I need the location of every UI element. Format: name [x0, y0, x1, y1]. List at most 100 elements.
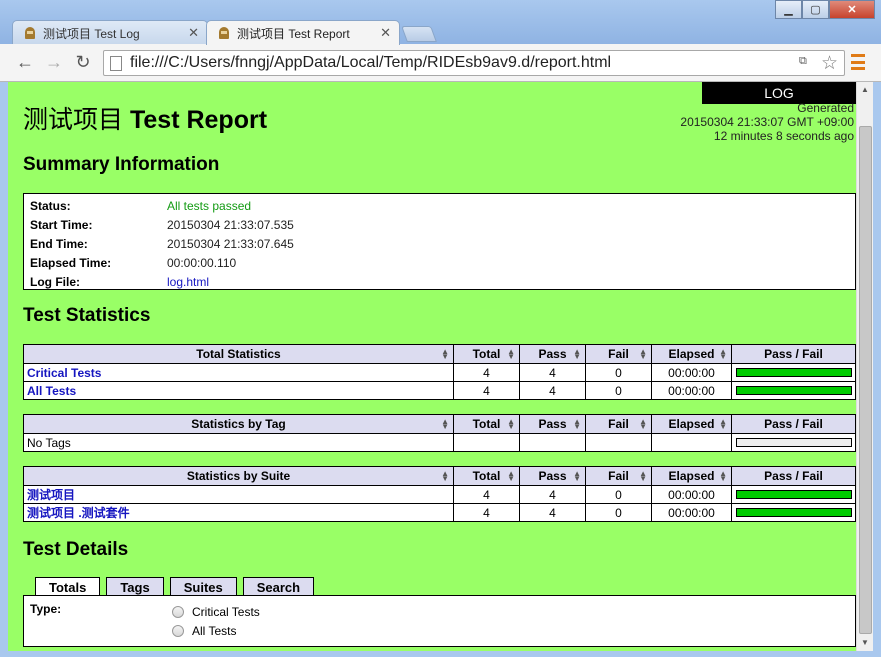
stat-total: 4 [453, 363, 520, 382]
minimize-icon[interactable]: ▁ [775, 0, 802, 19]
translate-icon[interactable]: ⧉ [799, 55, 815, 71]
summary-label: Log File: [30, 274, 80, 289]
stat-total [453, 433, 520, 452]
radio-circle[interactable] [172, 625, 184, 637]
column-header-fail[interactable]: Fail ▲ ▼ [585, 466, 652, 486]
column-header-passfail: Pass / Fail [731, 414, 856, 434]
stat-total: 4 [453, 503, 520, 522]
browser-toolbar: ← → ↻ file:///C:/Users/fnngj/AppData/Loc… [0, 44, 881, 82]
summary-row-status: Status: All tests passed [30, 196, 849, 215]
column-header-elapsed[interactable]: Elapsed ▲ ▼ [651, 344, 732, 364]
column-header-name[interactable]: Total Statistics ▲ ▼ [23, 344, 454, 364]
maximize-icon[interactable]: ▢ [802, 0, 829, 19]
column-header-passfail: Pass / Fail [731, 466, 856, 486]
stat-total: 4 [453, 485, 520, 504]
table-row: All Tests 4 4 0 00:00:00 [23, 381, 856, 400]
column-header-total[interactable]: Total ▲ ▼ [453, 414, 520, 434]
column-header-pass[interactable]: Pass ▲ ▼ [519, 414, 586, 434]
stat-elapsed: 00:00:00 [651, 503, 732, 522]
elapsed-time-value: 00:00:00.110 [167, 255, 237, 270]
bookmark-star-icon[interactable]: ☆ [821, 52, 838, 75]
stat-elapsed: 00:00:00 [651, 381, 732, 400]
stat-pass: 4 [519, 363, 586, 382]
pass-fail-bar [735, 386, 852, 395]
radio-critical-tests[interactable]: Critical Tests [172, 605, 260, 619]
stat-elapsed [651, 433, 732, 452]
tab-totals[interactable]: Totals [35, 577, 101, 597]
tab-test-log[interactable]: 测试项目 Test Log ✕ [12, 20, 208, 45]
close-tab-icon[interactable]: ✕ [188, 25, 199, 41]
scroll-down-icon[interactable]: ▼ [857, 635, 873, 651]
window-border [0, 82, 8, 657]
generated-label: Generated [797, 101, 854, 115]
robot-favicon-icon [23, 26, 37, 40]
scrollbar-thumb[interactable] [859, 126, 872, 634]
vertical-scrollbar[interactable]: ▲ ▼ [856, 82, 873, 651]
summary-row-start: Start Time: 20150304 21:33:07.535 [30, 215, 849, 234]
summary-label: Start Time: [30, 217, 93, 232]
window-border [0, 651, 881, 657]
column-header-total[interactable]: Total ▲ ▼ [453, 344, 520, 364]
tab-test-report[interactable]: 测试项目 Test Report ✕ [206, 20, 400, 45]
column-header-name[interactable]: Statistics by Tag ▲ ▼ [23, 414, 454, 434]
tag-statistics-table: Statistics by Tag ▲ ▼ Total ▲ ▼ Pass ▲ ▼ Fail ▲… [23, 414, 856, 452]
radio-all-tests[interactable]: All Tests [172, 624, 236, 638]
column-header-pass[interactable]: Pass ▲ ▼ [519, 344, 586, 364]
log-file-link[interactable]: log.html [167, 275, 209, 289]
column-header-elapsed[interactable]: Elapsed ▲ ▼ [651, 414, 732, 434]
suite-statistics-table: Statistics by Suite ▲ ▼ Total ▲ ▼ Pass ▲ ▼ Fai… [23, 466, 856, 522]
no-tags-label: No Tags [23, 433, 454, 452]
scroll-up-icon[interactable]: ▲ [857, 82, 873, 98]
suite-name-link[interactable]: 测试项目 .测试套件 [27, 506, 130, 520]
statistics-heading: Test Statistics [23, 305, 151, 326]
details-heading: Test Details [23, 539, 129, 560]
table-row: Critical Tests 4 4 0 00:00:00 [23, 363, 856, 382]
tab-label: 测试项目 Test Report [237, 26, 350, 41]
report-page: LOG Generated 20150304 21:33:07 GMT +09:… [8, 82, 856, 651]
table-row: 测试项目 4 4 0 00:00:00 [23, 485, 856, 504]
menu-icon[interactable] [851, 54, 865, 70]
address-bar[interactable]: file:///C:/Users/fnngj/AppData/Local/Tem… [103, 50, 845, 76]
suite-name-link[interactable]: 测试项目 [27, 488, 75, 502]
details-panel: Type: Critical Tests All Tests [23, 595, 856, 647]
stat-elapsed: 00:00:00 [651, 363, 732, 382]
tab-suites[interactable]: Suites [169, 577, 237, 596]
tab-label: 测试项目 Test Log [43, 26, 140, 41]
generated-ago: 12 minutes 8 seconds ago [713, 129, 854, 143]
window-controls: ▁ ▢ ✕ [775, 0, 875, 19]
column-header-name[interactable]: Statistics by Suite ▲ ▼ [23, 466, 454, 486]
table-row: 测试项目 .测试套件 4 4 0 00:00:00 [23, 503, 856, 522]
radio-label: All Tests [192, 624, 237, 638]
summary-label: Elapsed Time: [30, 255, 112, 270]
url-text[interactable]: file:///C:/Users/fnngj/AppData/Local/Tem… [130, 54, 799, 72]
type-label: Type: [30, 602, 62, 616]
radio-circle[interactable] [172, 606, 184, 618]
tab-search[interactable]: Search [242, 577, 315, 596]
close-tab-icon[interactable]: ✕ [380, 25, 391, 41]
column-header-pass[interactable]: Pass ▲ ▼ [519, 466, 586, 486]
summary-heading: Summary Information [23, 154, 220, 175]
title-report: Test Report [129, 106, 268, 134]
stat-name-link[interactable]: Critical Tests [27, 366, 101, 380]
pass-fail-bar [735, 438, 852, 447]
column-header-passfail: Pass / Fail [731, 344, 856, 364]
pass-fail-bar [735, 508, 852, 517]
back-arrow-icon[interactable]: ← [14, 51, 36, 73]
stat-name-link[interactable]: All Tests [27, 384, 76, 398]
close-window-icon[interactable]: ✕ [829, 0, 875, 19]
table-row: No Tags [23, 433, 856, 452]
column-header-total[interactable]: Total ▲ ▼ [453, 466, 520, 486]
column-header-fail[interactable]: Fail ▲ ▼ [585, 414, 652, 434]
new-tab-button[interactable] [401, 26, 437, 42]
column-header-fail[interactable]: Fail ▲ ▼ [585, 344, 652, 364]
stat-pass [519, 433, 586, 452]
reload-icon[interactable]: ↻ [72, 51, 94, 73]
column-header-elapsed[interactable]: Elapsed ▲ ▼ [651, 466, 732, 486]
forward-arrow-icon[interactable]: → [43, 51, 65, 73]
stat-fail [585, 433, 652, 452]
pass-fail-bar [735, 368, 852, 377]
pass-fail-bar [735, 490, 852, 499]
tab-tags[interactable]: Tags [106, 577, 164, 596]
stat-fail: 0 [585, 363, 652, 382]
summary-table: Status: All tests passed Start Time: 201… [23, 193, 856, 290]
